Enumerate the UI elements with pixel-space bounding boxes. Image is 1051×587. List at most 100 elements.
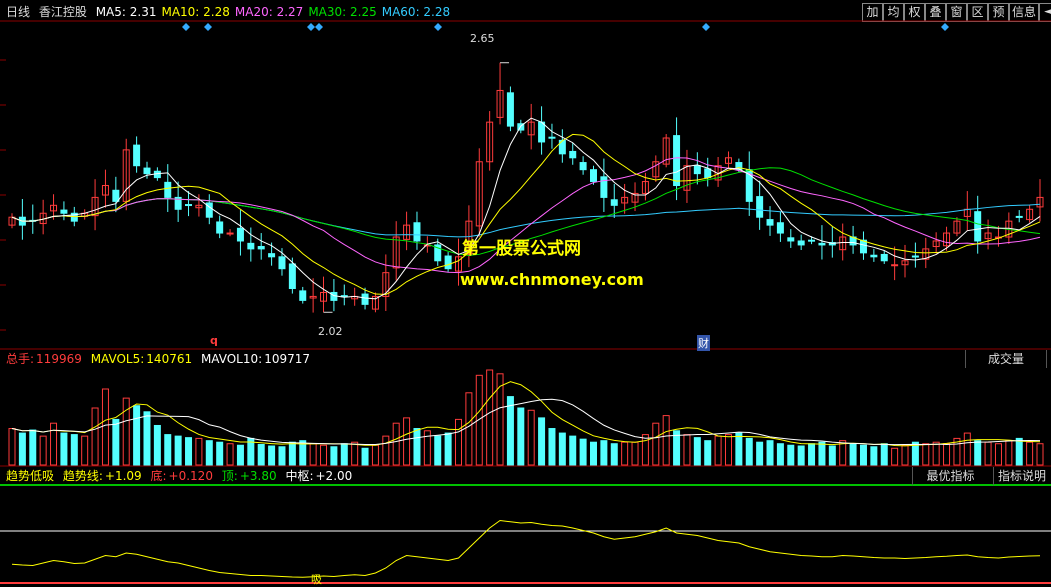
candle-body-72	[756, 196, 764, 218]
volume-bar-33	[351, 441, 359, 466]
volume-bar-85	[891, 447, 899, 466]
volume-bar-0	[8, 428, 16, 466]
volume-bar-61	[641, 434, 649, 466]
tab-indicator-help[interactable]: 指标说明	[993, 467, 1050, 485]
volume-bar-35	[371, 444, 379, 466]
volume-bar-29	[309, 443, 317, 466]
indicator-header: 趋势低吸 趋势线: +1.09 底: +0.120 顶: +3.80 中枢: +2.00	[6, 467, 357, 485]
candle-body-5	[60, 209, 68, 214]
volume-bar-92	[963, 432, 971, 466]
volume-bar-56	[589, 441, 597, 466]
volume-bar-68	[714, 435, 722, 466]
trend-value: +1.09	[104, 469, 142, 483]
volume-bar-75	[787, 444, 795, 466]
candle-body-75	[787, 237, 795, 242]
volume-bar-72	[756, 441, 764, 466]
candle-body-87	[911, 255, 919, 258]
volume-label: 总手:	[6, 352, 35, 366]
candle-body-56	[589, 169, 597, 183]
price-low-label: 2.02	[318, 325, 343, 338]
candle-body-52	[548, 136, 556, 139]
candle-body-97	[1015, 215, 1023, 218]
volume-bar-46	[486, 369, 494, 466]
candle-body-84	[880, 253, 888, 262]
candle-body-54	[569, 150, 577, 159]
marker-cai: 财	[697, 335, 710, 351]
volume-bar-69	[724, 434, 732, 466]
volume-bar-47	[496, 373, 504, 466]
volume-bar-11	[122, 397, 130, 466]
tab-best-indicator[interactable]: 最优指标	[912, 467, 988, 485]
candle-body-73	[766, 219, 774, 226]
volume-bar-70	[735, 432, 743, 466]
volume-bar-67	[704, 440, 712, 466]
candle-body-26	[278, 256, 286, 270]
volume-bar-74	[776, 443, 784, 466]
candle-body-20	[216, 221, 224, 234]
volume-bar-39	[413, 428, 421, 466]
candle-body-83	[870, 254, 878, 258]
volume-bar-21	[226, 443, 234, 466]
volume-bar-26	[278, 446, 286, 466]
candle-body-42	[444, 255, 452, 270]
volume-bar-42	[444, 432, 452, 466]
stock-chart[interactable]	[0, 0, 1051, 586]
volume-bar-86	[901, 444, 909, 466]
volume-bar-3	[39, 435, 47, 466]
volume-bar-89	[932, 441, 940, 466]
top-diamond-1	[204, 23, 212, 31]
volume-bar-8	[91, 407, 99, 466]
marker-q: q	[210, 334, 218, 347]
volume-bar-53	[558, 432, 566, 466]
volume-bar-31	[330, 446, 338, 466]
volume-header: 总手: 119969 MAVOL5: 140761 MAVOL10: 109717	[6, 350, 315, 368]
volume-bar-84	[880, 443, 888, 466]
indicator-marker: 吸	[311, 573, 322, 586]
top-diamond-4	[434, 23, 442, 31]
volume-bar-16	[174, 435, 182, 466]
volume-bar-44	[465, 392, 473, 466]
candle-body-78	[818, 242, 826, 246]
volume-bar-97	[1015, 437, 1023, 466]
volume-bar-66	[693, 437, 701, 466]
candle-body-21	[226, 232, 234, 235]
volume-bar-90	[943, 443, 951, 466]
top-diamond-0	[182, 23, 190, 31]
indicator-name: 趋势低吸	[6, 469, 55, 483]
top-diamond-3	[315, 23, 323, 31]
volume-bar-54	[569, 435, 577, 466]
volume-bar-32	[340, 443, 348, 466]
top-value: +3.80	[239, 469, 277, 483]
mavol5-value: 140761	[146, 352, 193, 366]
mid-label: 中枢:	[285, 469, 314, 483]
volume-bar-73	[766, 440, 774, 466]
volume-value: 119969	[36, 352, 82, 366]
top-label: 顶:	[221, 469, 238, 483]
watermark-title: 第一股票公式网	[462, 239, 581, 259]
candle-body-39	[413, 222, 421, 242]
candle-body-85	[891, 264, 899, 267]
volume-bar-77	[808, 443, 816, 466]
top-diamond-5	[702, 23, 710, 31]
volume-bar-88	[922, 443, 930, 466]
candle-body-10	[112, 189, 120, 202]
candle-body-55	[579, 162, 587, 171]
candle-body-17	[185, 204, 193, 207]
volume-bar-83	[870, 446, 878, 466]
candle-body-12	[133, 144, 141, 167]
volume-bar-52	[548, 428, 556, 466]
tab-volume[interactable]: 成交量	[965, 350, 1047, 368]
volume-bar-49	[517, 407, 525, 466]
volume-bar-82	[859, 444, 867, 466]
trend-label: 趋势线:	[62, 469, 103, 483]
candle-body-76	[797, 240, 805, 246]
candle-body-28	[299, 290, 307, 301]
volume-bar-65	[683, 434, 691, 466]
volume-bar-93	[974, 440, 982, 466]
volume-bar-19	[205, 440, 213, 466]
candle-body-27	[288, 263, 296, 290]
volume-bar-30	[320, 444, 328, 466]
volume-bar-81	[849, 443, 857, 466]
volume-bar-98	[1026, 441, 1034, 466]
volume-bar-99	[1036, 443, 1044, 466]
